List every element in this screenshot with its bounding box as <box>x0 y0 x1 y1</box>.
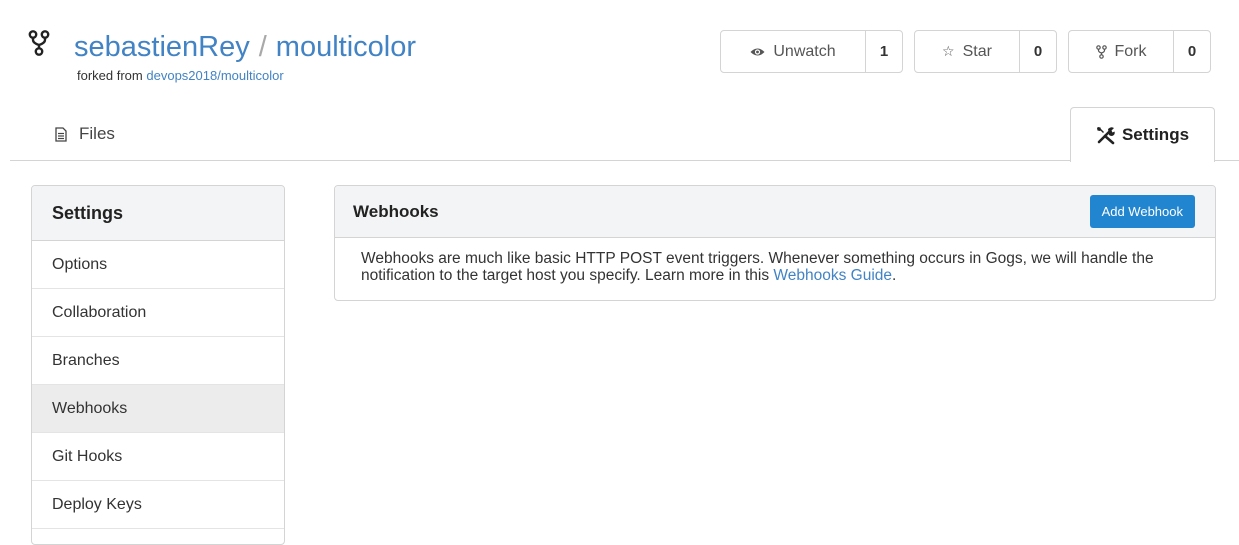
file-text-icon <box>55 126 67 142</box>
star-icon: ☆ <box>942 43 955 59</box>
webhooks-panel: Webhooks Add Webhook Webhooks are much l… <box>334 185 1216 301</box>
tab-files-label: Files <box>79 124 115 143</box>
forked-from-link[interactable]: devops2018/moulticolor <box>146 68 283 83</box>
tab-files[interactable]: Files <box>55 124 115 144</box>
repo-title-separator: / <box>258 31 267 63</box>
tabs-divider <box>10 160 1239 161</box>
unwatch-label: Unwatch <box>773 42 836 60</box>
webhooks-description: Webhooks are much like basic HTTP POST e… <box>335 238 1215 284</box>
watch-count[interactable]: 1 <box>866 31 902 72</box>
unwatch-button[interactable]: Unwatch <box>721 31 866 72</box>
sidebar-item-git-hooks[interactable]: Git Hooks <box>32 433 284 481</box>
forked-from-label: forked from <box>77 68 143 83</box>
add-webhook-button[interactable]: Add Webhook <box>1089 195 1195 228</box>
fork-icon <box>1095 44 1107 59</box>
sidebar-title: Settings <box>32 186 284 241</box>
star-count[interactable]: 0 <box>1020 31 1056 72</box>
webhooks-panel-header: Webhooks Add Webhook <box>335 186 1215 238</box>
tools-icon <box>1096 127 1115 145</box>
tab-settings[interactable]: Settings <box>1070 107 1215 162</box>
repo-title: sebastienRey / moulticolor <box>74 30 416 64</box>
webhooks-description-end: . <box>892 267 897 284</box>
sidebar-item-deploy-keys[interactable]: Deploy Keys <box>32 481 284 529</box>
sidebar-item-collaboration[interactable]: Collaboration <box>32 289 284 337</box>
star-button[interactable]: ☆ Star <box>915 31 1020 72</box>
webhooks-description-text: Webhooks are much like basic HTTP POST e… <box>361 250 1154 284</box>
forked-from: forked from devops2018/moulticolor <box>77 68 284 84</box>
webhooks-guide-link[interactable]: Webhooks Guide <box>773 267 892 284</box>
repo-header: sebastienRey / moulticolor forked from dev… <box>0 0 1239 108</box>
settings-sidebar: Settings Options Collaboration Branches … <box>31 185 285 545</box>
sidebar-item-webhooks[interactable]: Webhooks <box>32 385 284 433</box>
eye-icon <box>750 48 765 55</box>
sidebar-item-options[interactable]: Options <box>32 241 284 289</box>
repo-owner-link[interactable]: sebastienRey <box>74 31 250 63</box>
sidebar-item-branches[interactable]: Branches <box>32 337 284 385</box>
star-label: Star <box>962 42 992 60</box>
fork-icon <box>28 30 50 56</box>
fork-group: Fork 0 <box>1068 30 1211 73</box>
fork-count[interactable]: 0 <box>1174 31 1210 72</box>
repo-name-link[interactable]: moulticolor <box>276 31 416 63</box>
fork-label: Fork <box>1114 42 1147 60</box>
watch-group: Unwatch 1 <box>720 30 903 73</box>
star-group: ☆ Star 0 <box>914 30 1057 73</box>
fork-button[interactable]: Fork <box>1069 31 1174 72</box>
tab-settings-label: Settings <box>1121 125 1190 144</box>
webhooks-title: Webhooks <box>353 201 439 221</box>
